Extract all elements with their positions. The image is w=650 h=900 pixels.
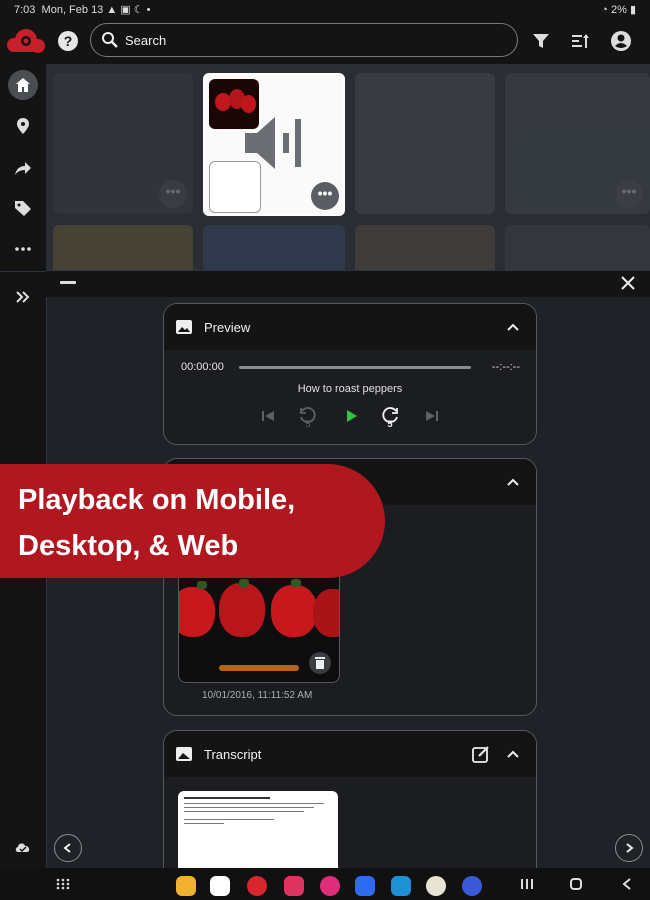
banner-line-1: Playback on Mobile,	[18, 484, 296, 516]
svg-text:5: 5	[305, 419, 310, 429]
search-placeholder: Search	[125, 33, 167, 48]
grid-tile[interactable]	[355, 73, 495, 214]
edit-icon[interactable]	[472, 745, 490, 763]
speaker-icon	[245, 117, 301, 169]
tag-icon	[15, 201, 31, 216]
delete-button[interactable]	[309, 652, 331, 674]
more-icon	[15, 247, 31, 251]
flower-app-icon[interactable]	[320, 876, 340, 896]
expand-icon	[16, 291, 30, 303]
detail-panel-header	[46, 270, 650, 297]
top-app-bar: ? Search	[0, 18, 650, 64]
playback-progress-bar[interactable]	[239, 366, 471, 369]
chevron-up-icon[interactable]	[506, 320, 520, 334]
sidebar-divider	[0, 271, 46, 272]
drag-handle[interactable]	[60, 281, 76, 284]
cloud-app-icon[interactable]	[247, 876, 267, 896]
tile-more-button[interactable]: •••	[159, 180, 187, 208]
promo-banner: Playback on Mobile, Desktop, & Web	[0, 464, 385, 578]
chevron-up-icon[interactable]	[506, 475, 520, 489]
sidebar-item-more[interactable]	[8, 234, 38, 264]
grid-tile[interactable]: •••	[505, 73, 650, 214]
share-icon	[15, 162, 31, 175]
zoom-app-icon[interactable]	[355, 876, 375, 896]
sidebar-item-sync[interactable]	[8, 832, 38, 862]
skip-previous-icon[interactable]	[258, 406, 278, 426]
tree-app-icon[interactable]	[426, 876, 446, 896]
banner-line-2: Desktop, & Web	[18, 530, 239, 562]
next-item-button[interactable]	[615, 834, 643, 862]
cloud-sync-icon	[15, 843, 30, 853]
camera-app-icon[interactable]	[284, 876, 304, 896]
grid-tile[interactable]	[355, 225, 495, 270]
chevron-right-icon	[626, 843, 634, 853]
chevron-up-icon[interactable]	[506, 747, 520, 761]
transcript-image-icon	[176, 747, 192, 761]
grid-tile[interactable]: •••	[53, 73, 193, 214]
status-time: 7:03 Mon, Feb 13 ▲ ▣ ☾ •	[14, 4, 151, 16]
skip-next-icon[interactable]	[422, 406, 442, 426]
grid-tile[interactable]	[505, 225, 650, 270]
grid-tile-audio-selected[interactable]: •••	[203, 73, 345, 216]
search-icon	[102, 32, 118, 48]
sort-icon[interactable]	[570, 30, 592, 52]
transcript-title: Transcript	[204, 747, 262, 762]
forward-5-icon[interactable]: 5	[380, 406, 400, 430]
help-icon[interactable]: ?	[58, 31, 78, 51]
settings-app-icon[interactable]	[462, 876, 482, 896]
previous-item-button[interactable]	[54, 834, 82, 862]
filter-icon[interactable]	[530, 30, 552, 52]
app-drawer-icon[interactable]	[56, 878, 70, 890]
photo-timestamp: 10/01/2016, 11:11:52 AM	[202, 690, 313, 701]
slack-app-icon[interactable]	[210, 876, 230, 896]
sidebar-item-tags[interactable]	[8, 193, 38, 223]
location-icon	[17, 118, 29, 134]
duration-time: --:--:--	[491, 361, 520, 373]
transcript-card: Transcript	[163, 730, 537, 891]
image-icon	[176, 320, 192, 334]
sidebar-item-location[interactable]	[8, 111, 38, 141]
cloud-logo-icon[interactable]	[6, 27, 46, 55]
tile-more-button[interactable]: •••	[615, 180, 643, 208]
track-title: How to roast peppers	[297, 383, 403, 395]
status-bar: 7:03 Mon, Feb 13 ▲ ▣ ☾ • ◔ 2% ▮	[0, 0, 650, 18]
svg-text:5: 5	[387, 419, 392, 429]
recents-icon[interactable]	[520, 877, 534, 891]
preview-title: Preview	[204, 320, 251, 335]
close-icon[interactable]	[620, 275, 636, 291]
sidebar-item-home[interactable]	[8, 70, 38, 100]
search-input[interactable]: Search	[90, 23, 518, 57]
media-grid: ••• ••• •••	[46, 64, 650, 270]
elapsed-time: 00:00:00	[181, 361, 224, 373]
transcript-card-header[interactable]: Transcript	[164, 731, 536, 777]
preview-card-header[interactable]: Preview	[164, 304, 536, 350]
home-icon	[16, 78, 30, 92]
tile-more-button[interactable]: •••	[311, 182, 339, 210]
trash-icon	[315, 657, 325, 669]
files-app-icon[interactable]	[176, 876, 196, 896]
home-button-icon[interactable]	[569, 877, 583, 891]
rewind-5-icon[interactable]: 5	[298, 406, 318, 430]
sidebar-expand-button[interactable]	[8, 282, 38, 312]
play-icon[interactable]	[341, 406, 361, 426]
preview-card: Preview 00:00:00 --:--:-- How to roast p…	[163, 303, 537, 445]
scan-app-icon[interactable]	[391, 876, 411, 896]
pepper-photo[interactable]	[178, 576, 340, 683]
back-icon[interactable]	[620, 877, 634, 891]
chevron-left-icon	[63, 843, 71, 853]
grid-tile[interactable]	[53, 225, 193, 270]
status-battery: ◔ 2% ▮	[601, 4, 636, 16]
sidebar-item-share[interactable]	[8, 153, 38, 183]
grid-tile[interactable]	[203, 225, 345, 270]
account-icon[interactable]	[610, 30, 632, 52]
